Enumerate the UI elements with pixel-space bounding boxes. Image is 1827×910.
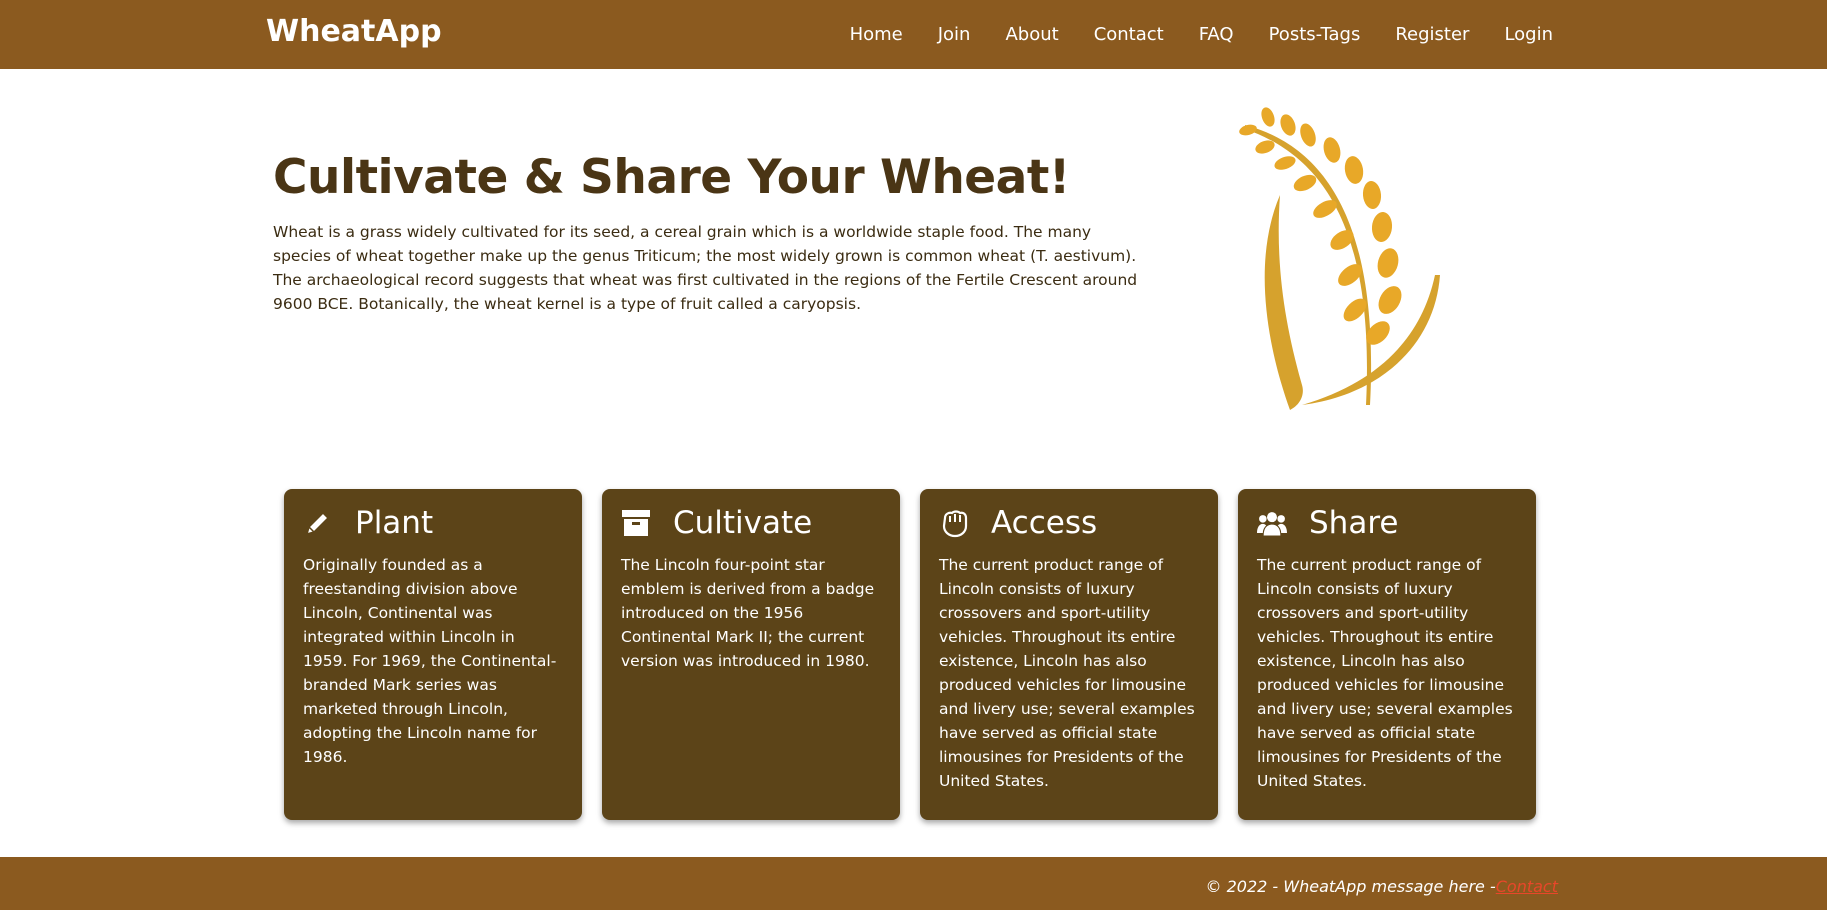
nav-home[interactable]: Home	[850, 24, 903, 45]
users-icon	[1257, 508, 1287, 538]
nav-login[interactable]: Login	[1504, 24, 1553, 45]
card-share: Share The current product range of Linco…	[1238, 489, 1536, 820]
card-text: Originally founded as a freestanding div…	[303, 556, 557, 766]
wheat-icon	[1239, 107, 1440, 410]
footer: © 2022 - WheatApp message here -Contact	[0, 857, 1827, 910]
nav-contact[interactable]: Contact	[1094, 24, 1164, 45]
top-navbar: WheatApp Home Join About Contact FAQ Pos…	[0, 0, 1827, 69]
card-title: Cultivate	[673, 505, 813, 541]
card-cultivate: Cultivate The Lincoln four-point star em…	[602, 489, 900, 820]
pencil-icon	[303, 508, 333, 538]
card-text: The current product range of Lincoln con…	[1257, 556, 1513, 790]
nav-faq[interactable]: FAQ	[1199, 24, 1234, 45]
card-title: Plant	[355, 505, 434, 541]
card-plant: Plant Originally founded as a freestandi…	[284, 489, 582, 820]
footer-copyright: © 2022 - WheatApp message here -	[1205, 877, 1496, 896]
nav-posts-tags[interactable]: Posts-Tags	[1269, 24, 1361, 45]
hero-description: Wheat is a grass widely cultivated for i…	[273, 223, 1138, 313]
footer-contact-link[interactable]: Contact	[1496, 877, 1558, 896]
footer-text: © 2022 - WheatApp message here -Contact	[1206, 877, 1558, 896]
hero-title: Cultivate & Share Your Wheat!	[273, 150, 1070, 205]
feature-cards: Plant Originally founded as a freestandi…	[284, 489, 1536, 820]
card-access: Access The current product range of Linc…	[920, 489, 1218, 820]
brand-logo[interactable]: WheatApp	[266, 14, 442, 49]
nav-register[interactable]: Register	[1395, 24, 1469, 45]
card-text: The current product range of Lincoln con…	[939, 556, 1195, 790]
nav-links: Home Join About Contact FAQ Posts-Tags R…	[815, 0, 1553, 69]
hand-icon	[939, 508, 969, 538]
card-title: Share	[1309, 505, 1399, 541]
archive-box-icon	[621, 508, 651, 538]
card-text: The Lincoln four-point star emblem is de…	[621, 556, 875, 670]
card-title: Access	[991, 505, 1098, 541]
nav-about[interactable]: About	[1005, 24, 1058, 45]
nav-join[interactable]: Join	[938, 24, 971, 45]
